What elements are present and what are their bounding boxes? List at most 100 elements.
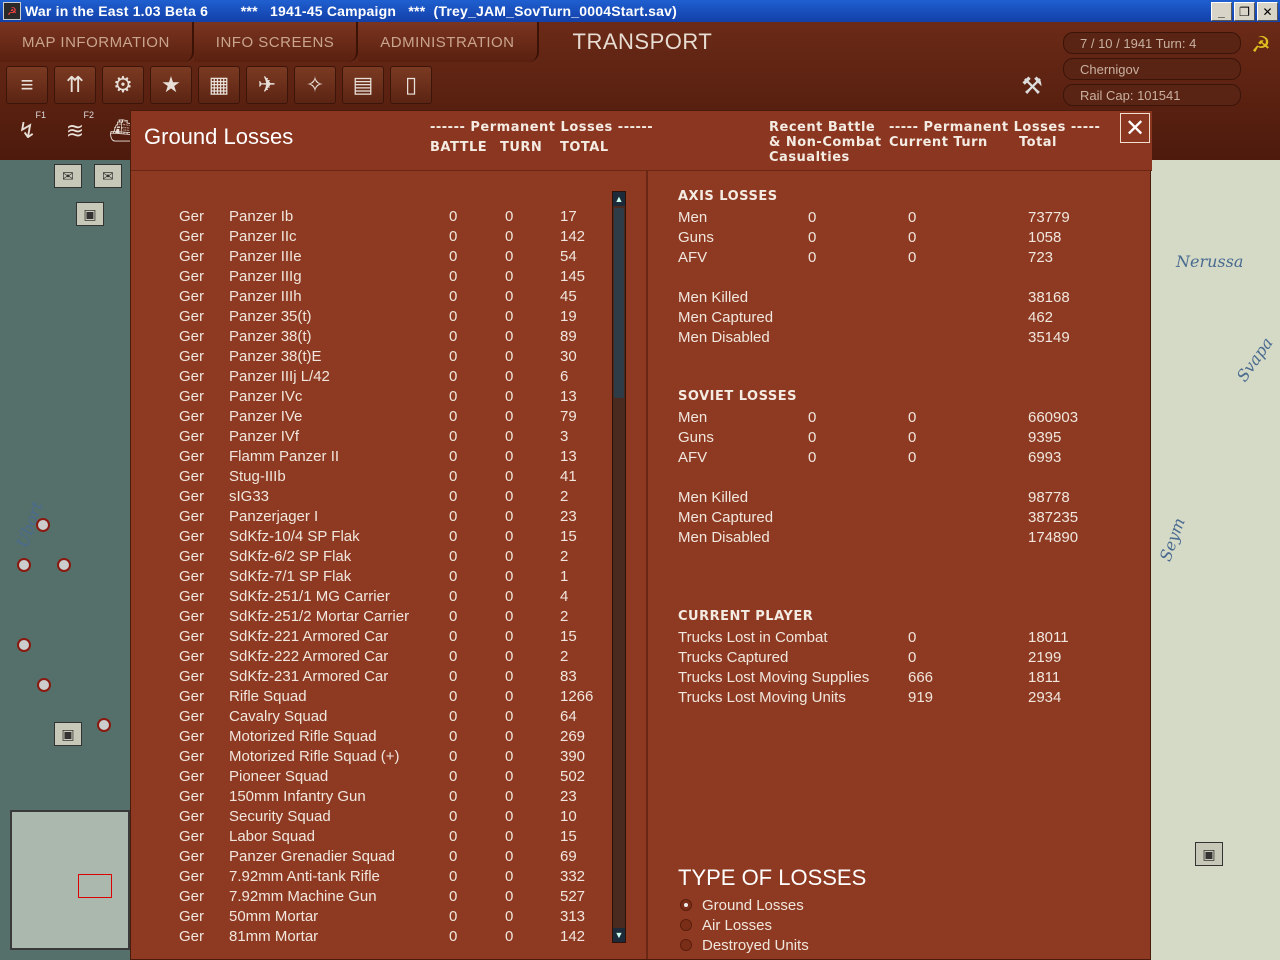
map-marker[interactable] bbox=[37, 678, 51, 692]
table-row[interactable]: Ger Panzer IIIg 0 0 145 bbox=[179, 267, 609, 287]
map-marker[interactable] bbox=[36, 518, 50, 532]
star-icon[interactable]: ★ bbox=[150, 66, 192, 104]
table-row[interactable]: Ger Stug-IIIb 0 0 41 bbox=[179, 467, 609, 487]
table-row[interactable]: Ger Panzer 35(t) 0 0 19 bbox=[179, 307, 609, 327]
table-row[interactable]: Ger SdKfz-251/1 MG Carrier 0 0 4 bbox=[179, 587, 609, 607]
list-scrollbar[interactable]: ▲ ▼ bbox=[612, 191, 626, 943]
recent-casualties-header: Recent Battle & Non-Combat Casualties bbox=[769, 120, 882, 165]
scroll-down-arrow-icon[interactable]: ▼ bbox=[613, 928, 625, 942]
table-row[interactable]: Ger SdKfz-10/4 SP Flak 0 0 15 bbox=[179, 527, 609, 547]
scroll-thumb[interactable] bbox=[614, 208, 624, 398]
summary-cell: 1058 bbox=[1028, 229, 1062, 246]
table-row[interactable]: Ger Labor Squad 0 0 15 bbox=[179, 827, 609, 847]
table-row[interactable]: Ger Panzer IVf 0 0 3 bbox=[179, 427, 609, 447]
unit-battle-losses: 0 bbox=[449, 688, 458, 705]
table-row[interactable]: Ger Security Squad 0 0 10 bbox=[179, 807, 609, 827]
move-arrow-icon[interactable]: ↯ F1 bbox=[6, 110, 48, 152]
minimize-button[interactable]: _ bbox=[1211, 2, 1232, 21]
tab-administration[interactable]: ADMINISTRATION bbox=[358, 22, 539, 62]
ground-losses-dialog: Ground Losses ------ Permanent Losses --… bbox=[130, 110, 1152, 960]
table-row[interactable]: Ger Panzer Grenadier Squad 0 0 69 bbox=[179, 847, 609, 867]
unit-name: Panzer 35(t) bbox=[229, 308, 312, 325]
air-icon[interactable]: ✈ bbox=[246, 66, 288, 104]
table-row[interactable]: Ger sIG33 0 0 2 bbox=[179, 487, 609, 507]
table-row[interactable]: Ger Panzer 38(t)E 0 0 30 bbox=[179, 347, 609, 367]
summary-row: Men Killed 98778 bbox=[678, 488, 1138, 508]
close-window-button[interactable]: ✕ bbox=[1257, 2, 1278, 21]
table-row[interactable]: Ger Cavalry Squad 0 0 64 bbox=[179, 707, 609, 727]
table-row[interactable]: Ger Panzer IVc 0 0 13 bbox=[179, 387, 609, 407]
table-row[interactable]: Ger Rifle Squad 0 0 1266 bbox=[179, 687, 609, 707]
unit-total-losses: 1 bbox=[560, 568, 569, 585]
summary-cell: 0 bbox=[808, 209, 817, 226]
units-icon[interactable]: ⇈ bbox=[54, 66, 96, 104]
loss-type-option[interactable]: Ground Losses bbox=[680, 895, 804, 915]
unit-battle-losses: 0 bbox=[449, 868, 458, 885]
table-row[interactable]: Ger Motorized Rifle Squad 0 0 269 bbox=[179, 727, 609, 747]
axe-icon[interactable]: ⚒ bbox=[1012, 66, 1052, 106]
table-row[interactable]: Ger Panzer 38(t) 0 0 89 bbox=[179, 327, 609, 347]
map-marker[interactable] bbox=[17, 558, 31, 572]
table-row[interactable]: Ger 7.92mm Machine Gun 0 0 527 bbox=[179, 887, 609, 907]
map-unit-counter[interactable]: ✉ bbox=[54, 164, 82, 188]
table-row[interactable]: Ger Panzer IVe 0 0 79 bbox=[179, 407, 609, 427]
city-icon[interactable]: ▦ bbox=[198, 66, 240, 104]
tab-map-information[interactable]: MAP INFORMATION bbox=[0, 22, 194, 62]
table-row[interactable]: Ger Flamm Panzer II 0 0 13 bbox=[179, 447, 609, 467]
map-marker[interactable] bbox=[17, 638, 31, 652]
unit-name: Motorized Rifle Squad (+) bbox=[229, 748, 400, 765]
tab-info-screens[interactable]: INFO SCREENS bbox=[193, 22, 359, 62]
unit-total-losses: 269 bbox=[560, 728, 586, 745]
clipboard-icon[interactable]: ▯ bbox=[390, 66, 432, 104]
table-row[interactable]: Ger Panzer IIc 0 0 142 bbox=[179, 227, 609, 247]
map-unit-counter[interactable]: ✉ bbox=[94, 164, 122, 188]
unit-total-losses: 2 bbox=[560, 608, 569, 625]
table-row[interactable]: Ger 7.92mm Anti-tank Rifle 0 0 332 bbox=[179, 867, 609, 887]
loss-type-option[interactable]: Air Losses bbox=[680, 915, 772, 935]
minimap-viewport[interactable] bbox=[78, 874, 112, 898]
radio-button[interactable] bbox=[680, 899, 692, 911]
map-marker[interactable] bbox=[97, 718, 111, 732]
table-row[interactable]: Ger 81mm Mortar 0 0 142 bbox=[179, 927, 609, 941]
table-row[interactable]: Ger SdKfz-231 Armored Car 0 0 83 bbox=[179, 667, 609, 687]
table-row[interactable]: Ger Panzer Ib 0 0 17 bbox=[179, 207, 609, 227]
unit-total-losses: 83 bbox=[560, 668, 577, 685]
map-marker[interactable] bbox=[57, 558, 71, 572]
table-row[interactable]: Ger SdKfz-7/1 SP Flak 0 0 1 bbox=[179, 567, 609, 587]
table-row[interactable]: Ger Panzerjager I 0 0 23 bbox=[179, 507, 609, 527]
unit-total-losses: 79 bbox=[560, 408, 577, 425]
table-row[interactable]: Ger SdKfz-221 Armored Car 0 0 15 bbox=[179, 627, 609, 647]
helicopter-icon[interactable]: ≡ bbox=[6, 66, 48, 104]
loss-type-option[interactable]: Destroyed Units bbox=[680, 935, 809, 955]
table-row[interactable]: Ger Panzer IIIe 0 0 54 bbox=[179, 247, 609, 267]
table-row[interactable]: Ger 150mm Infantry Gun 0 0 23 bbox=[179, 787, 609, 807]
map-unit-counter[interactable]: ▣ bbox=[54, 722, 82, 746]
unit-losses-list[interactable]: Ger Panzer Ib 0 0 17 Ger Panzer IIc 0 0 142 Ger Pan… bbox=[179, 207, 609, 941]
unit-battle-losses: 0 bbox=[449, 348, 458, 365]
table-row[interactable]: Ger SdKfz-251/2 Mortar Carrier 0 0 2 bbox=[179, 607, 609, 627]
table-row[interactable]: Ger 50mm Mortar 0 0 313 bbox=[179, 907, 609, 927]
table-row[interactable]: Ger Pioneer Squad 0 0 502 bbox=[179, 767, 609, 787]
radio-button[interactable] bbox=[680, 939, 692, 951]
map-unit-counter[interactable]: ▣ bbox=[1195, 842, 1223, 866]
map-unit-counter[interactable]: ▣ bbox=[76, 202, 104, 226]
minimap[interactable] bbox=[10, 810, 130, 950]
table-row[interactable]: Ger SdKfz-6/2 SP Flak 0 0 2 bbox=[179, 547, 609, 567]
rail-icon[interactable]: ≋ F2 bbox=[54, 110, 96, 152]
dialog-close-button[interactable]: ✕ bbox=[1120, 113, 1150, 143]
gear-icon[interactable]: ⚙ bbox=[102, 66, 144, 104]
table-row[interactable]: Ger Motorized Rifle Squad (+) 0 0 390 bbox=[179, 747, 609, 767]
satellite-icon[interactable]: ✧ bbox=[294, 66, 336, 104]
unit-battle-losses: 0 bbox=[449, 728, 458, 745]
unit-total-losses: 15 bbox=[560, 628, 577, 645]
table-row[interactable]: Ger SdKfz-222 Armored Car 0 0 2 bbox=[179, 647, 609, 667]
radio-button[interactable] bbox=[680, 919, 692, 931]
summary-cell: 38168 bbox=[1028, 289, 1070, 306]
restore-button[interactable]: ❐ bbox=[1234, 2, 1255, 21]
summary-cell: 919 bbox=[908, 689, 934, 706]
railcar-icon[interactable]: ▤ bbox=[342, 66, 384, 104]
table-row[interactable]: Ger Panzer IIIj L/42 0 0 6 bbox=[179, 367, 609, 387]
summary-cell: 0 bbox=[908, 209, 917, 226]
scroll-up-arrow-icon[interactable]: ▲ bbox=[613, 192, 625, 206]
table-row[interactable]: Ger Panzer IIIh 0 0 45 bbox=[179, 287, 609, 307]
